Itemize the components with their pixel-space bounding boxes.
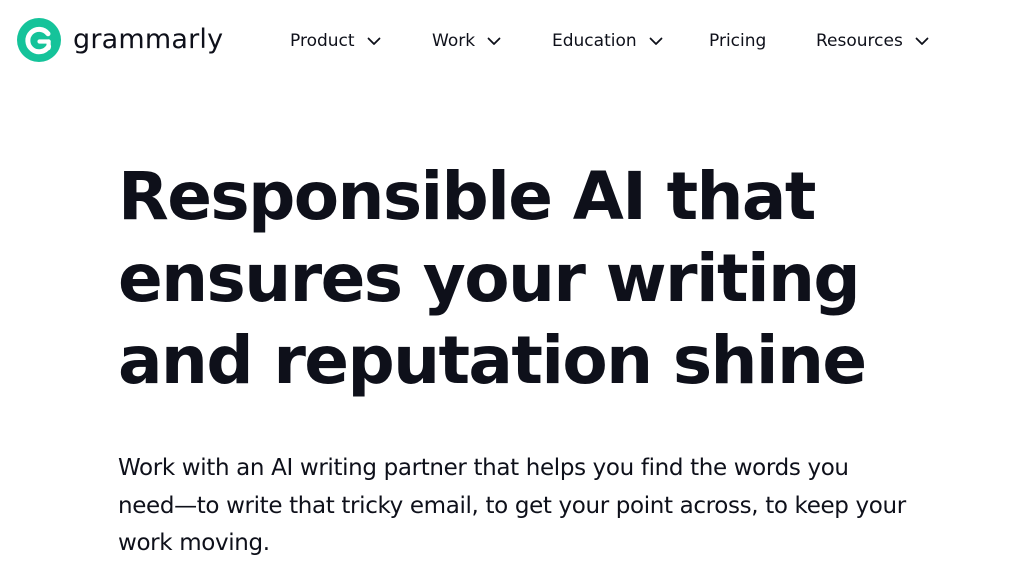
nav-item-label: Work [432, 31, 476, 51]
nav-item-label: Pricing [709, 31, 767, 51]
nav-item-education[interactable]: Education [552, 29, 663, 53]
nav-item-label: Resources [816, 31, 903, 51]
nav-item-work[interactable]: Work [432, 29, 501, 53]
chevron-down-icon [487, 37, 501, 45]
hero-subtitle: Work with an AI writing partner that hel… [118, 455, 906, 556]
chevron-down-icon [367, 37, 380, 45]
brand-name: grammarly [73, 23, 224, 55]
grammarly-logo-link[interactable]: grammarly [17, 18, 223, 62]
nav-item-pricing[interactable]: Pricing [709, 29, 766, 53]
grammarly-g-icon [17, 18, 61, 62]
top-navigation-bar: grammarly Product Work Education Pricing… [0, 0, 1013, 82]
chevron-down-icon [649, 37, 663, 45]
nav-item-resources[interactable]: Resources [816, 29, 929, 53]
nav-item-label: Education [552, 31, 637, 51]
nav-item-label: Product [290, 31, 355, 51]
hero-title: Responsible AI that ensures your writing… [118, 158, 867, 399]
nav-item-product[interactable]: Product [290, 29, 381, 53]
chevron-down-icon [915, 37, 929, 45]
